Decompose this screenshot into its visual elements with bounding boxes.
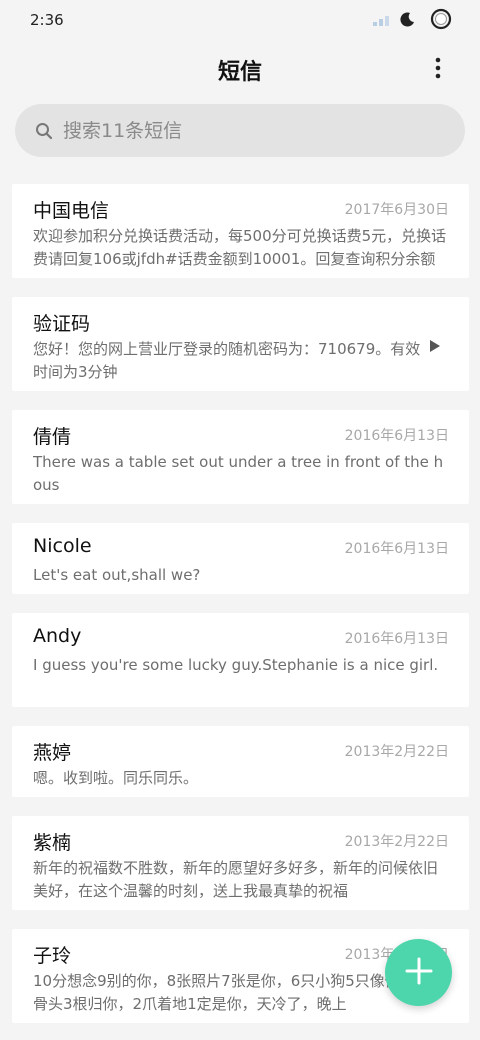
message-preview: 您好！您的网上营业厅登录的随机密码为：710679。有效时间为3分钟 — [33, 340, 421, 381]
message-preview: Let's eat out,shall we? — [33, 566, 201, 584]
list-item[interactable]: 验证码 您好！您的网上营业厅登录的随机密码为：710679。有效时间为3分钟 — [12, 297, 469, 391]
message-preview: 嗯。收到啦。同乐同乐。 — [33, 769, 199, 787]
moon-icon — [400, 11, 416, 31]
new-message-button[interactable] — [385, 939, 452, 1006]
contact-name: Nicole — [33, 535, 92, 557]
message-date: 2013年2月22日 — [344, 744, 449, 760]
battery-ring-icon — [430, 8, 452, 34]
list-item[interactable]: Andy 2016年6月13日 I guess you're some luck… — [12, 613, 469, 707]
status-bar: 2:36 — [0, 0, 480, 42]
contact-name: 验证码 — [33, 313, 91, 335]
message-preview: There was a table set out under a tree i… — [33, 453, 444, 494]
page-title: 短信 — [217, 60, 262, 85]
list-item[interactable]: 中国电信 2017年6月30日 欢迎参加积分兑换话费活动，每500分可兑换话费5… — [12, 184, 469, 278]
search-bar[interactable] — [15, 104, 465, 157]
contact-name: 燕婷 — [33, 742, 72, 764]
list-item[interactable]: 燕婷 2013年2月22日 嗯。收到啦。同乐同乐。 — [12, 726, 469, 797]
search-input[interactable] — [61, 118, 425, 143]
more-options-button[interactable] — [418, 54, 458, 86]
signal-icon — [372, 12, 394, 31]
message-preview: I guess you're some lucky guy.Stephanie … — [33, 656, 439, 674]
plus-icon — [404, 956, 434, 990]
more-vert-icon — [435, 57, 441, 83]
search-icon — [35, 122, 53, 140]
contact-name: 紫楠 — [33, 832, 72, 854]
message-date: 2016年6月13日 — [344, 541, 449, 557]
list-item[interactable]: 紫楠 2013年2月22日 新年的祝福数不胜数，新年的愿望好多好多，新年的问候依… — [12, 816, 469, 910]
status-icons — [372, 8, 452, 34]
list-item[interactable]: Nicole 2016年6月13日 Let's eat out,shall we… — [12, 523, 469, 594]
contact-name: 子玲 — [33, 945, 72, 967]
message-preview: 欢迎参加积分兑换话费活动，每500分可兑换话费5元，兑换话费请回复106或jfd… — [33, 227, 447, 268]
message-date: 2016年6月13日 — [344, 428, 449, 444]
contact-name: Andy — [33, 625, 82, 647]
contact-name: 中国电信 — [33, 200, 110, 222]
message-date: 2017年6月30日 — [344, 202, 449, 218]
list-item[interactable]: 倩倩 2016年6月13日 There was a table set out … — [12, 410, 469, 504]
message-date: 2013年2月22日 — [344, 834, 449, 850]
message-date: 2016年6月13日 — [344, 631, 449, 647]
header: 短信 — [0, 42, 480, 98]
message-preview: 新年的祝福数不胜数，新年的愿望好多好多，新年的问候依旧美好，在这个温馨的时刻，送… — [33, 859, 439, 900]
play-icon[interactable] — [429, 339, 443, 355]
status-time: 2:36 — [30, 11, 64, 29]
contact-name: 倩倩 — [33, 426, 72, 448]
